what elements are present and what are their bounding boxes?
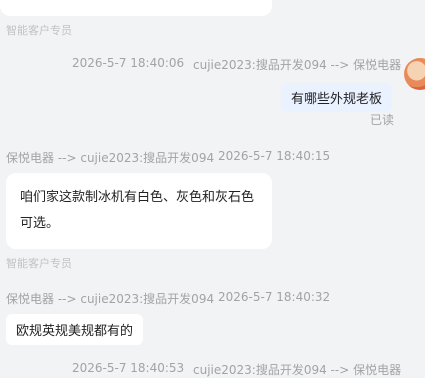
message-route: cujie2023:搜品开发094 --> 保悦电器 xyxy=(193,363,402,377)
message-time: 2026-5-7 18:40:15 xyxy=(218,149,331,163)
sender-tag: 智能客户专员 xyxy=(6,24,72,37)
message-bubble-incoming[interactable]: 欧规英规美规都有的 xyxy=(6,314,144,345)
message-time: 2026-5-7 18:40:06 xyxy=(72,56,185,70)
message-time: 2026-5-7 18:40:32 xyxy=(218,290,331,304)
read-status: 已读 xyxy=(370,113,395,127)
message-route: 保悦电器 --> cujie2023:搜品开发094 xyxy=(6,292,215,306)
message-bubble-previous xyxy=(0,0,272,16)
message-route: 保悦电器 --> cujie2023:搜品开发094 xyxy=(6,151,215,165)
message-time: 2026-5-7 18:40:53 xyxy=(72,361,185,375)
message-bubble-incoming[interactable]: 咱们家这款制冰机有白色、灰色和灰石色可选。 xyxy=(6,173,272,249)
message-route: cujie2023:搜品开发094 --> 保悦电器 xyxy=(193,58,402,72)
user-avatar[interactable] xyxy=(404,58,425,90)
sender-tag: 智能客户专员 xyxy=(6,257,72,270)
message-bubble-outgoing[interactable]: 有哪些外规老板 xyxy=(281,83,393,112)
